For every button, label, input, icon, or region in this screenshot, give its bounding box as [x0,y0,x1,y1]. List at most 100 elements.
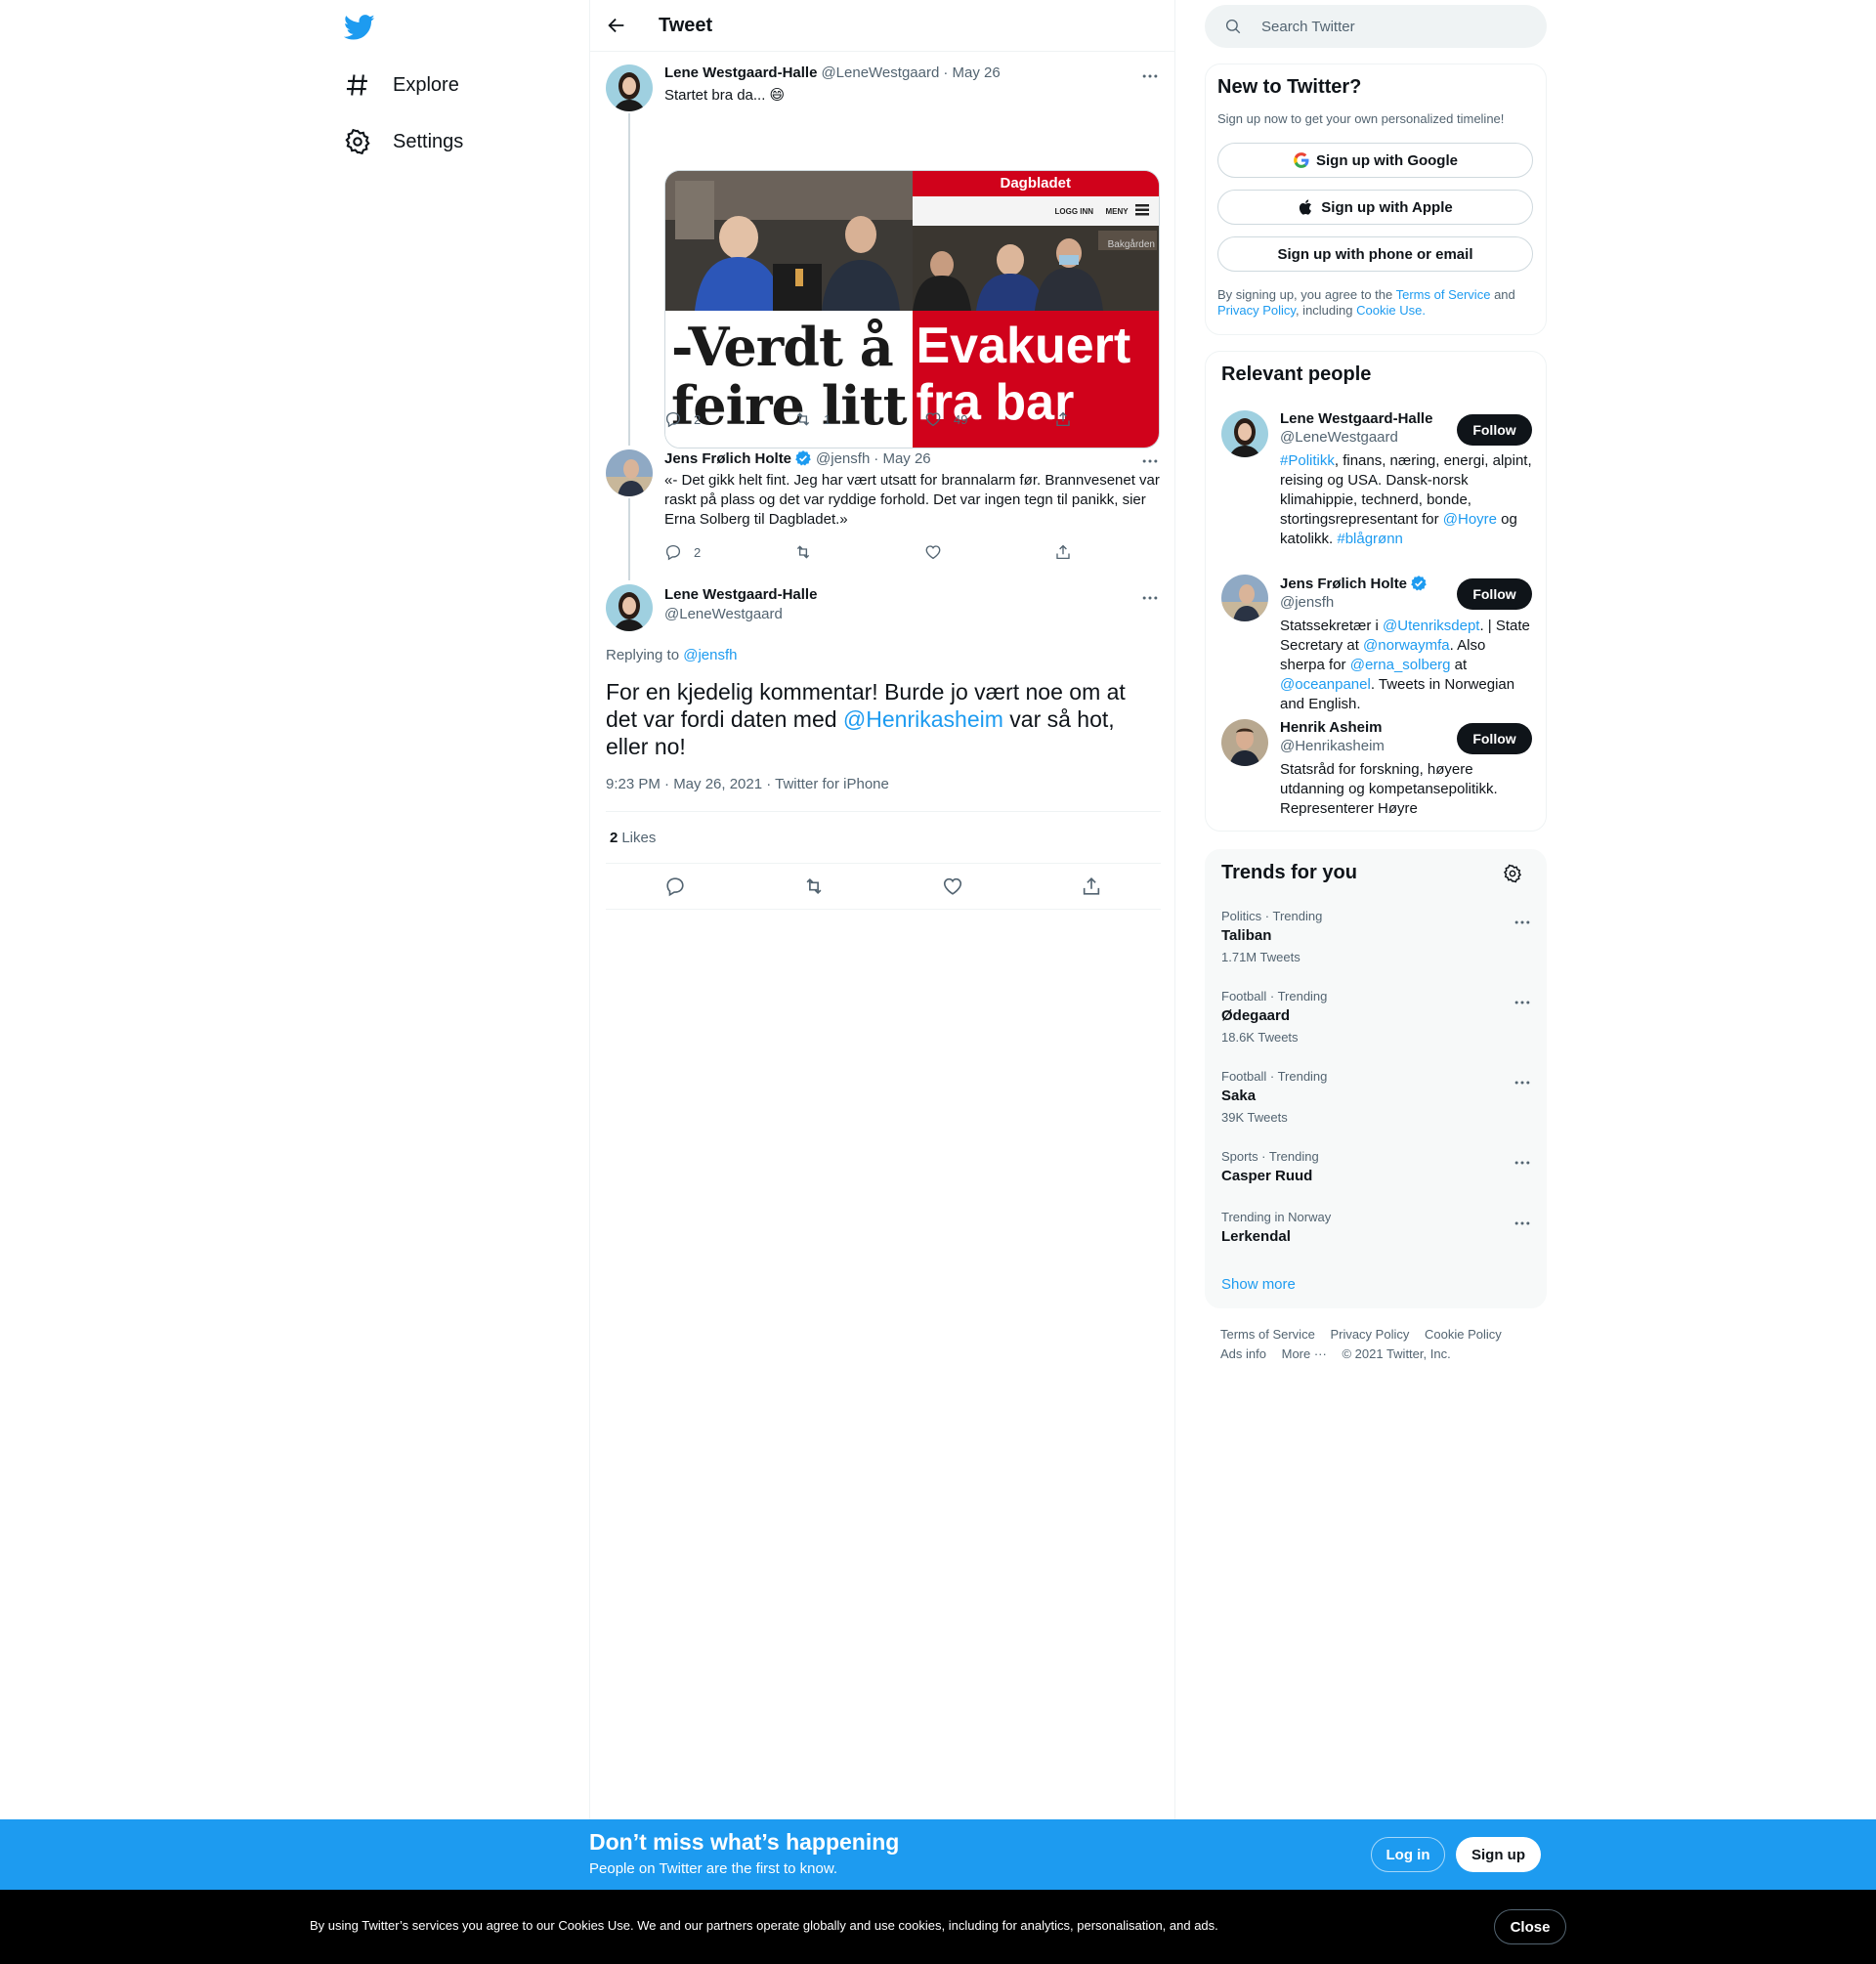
retweet-button[interactable]: 1 [794,410,924,428]
avatar[interactable] [1221,719,1268,766]
nav-explore[interactable]: Explore [344,61,459,109]
more-icon[interactable] [1513,993,1532,1012]
person-card[interactable]: Henrik Asheim @Henrikasheim Statsråd for… [1221,719,1532,827]
google-icon [1294,152,1309,168]
signup-apple-button[interactable]: Sign up with Apple [1217,190,1533,225]
legal-text-3: , including [1295,303,1353,318]
person-name[interactable]: Jens Frølich Holte [1280,576,1407,592]
headline-right-1: Evakuert [916,318,1131,374]
avatar[interactable] [1221,410,1268,457]
footer-tos-link[interactable]: Terms of Service [1220,1327,1315,1342]
trend-item[interactable]: Sports · Trending Casper Ruud [1221,1149,1532,1184]
trend-category: Trending in Norway [1221,1210,1332,1224]
trend-item[interactable]: Trending in Norway Lerkendal [1221,1210,1532,1245]
mention-link[interactable]: @Utenriksdept [1383,618,1479,634]
privacy-link[interactable]: Privacy Policy [1217,303,1296,318]
author-handle[interactable]: @LeneWestgaard [821,64,939,81]
trend-item[interactable]: Politics · Trending Taliban 1.71M Tweets [1221,909,1532,964]
share-button[interactable] [1054,410,1084,428]
hashtag-link[interactable]: #blågrønn [1337,531,1403,547]
follow-button[interactable]: Follow [1457,578,1532,610]
follow-button[interactable]: Follow [1457,414,1532,446]
signup-google-label: Sign up with Google [1316,151,1458,169]
more-icon[interactable] [1140,66,1160,86]
person-bio: Statsråd for forskning, høyere utdanning… [1280,761,1498,817]
signup-google-button[interactable]: Sign up with Google [1217,143,1533,178]
signup-subtitle: Sign up now to get your own personalized… [1217,111,1505,126]
avatar[interactable] [606,64,653,111]
thread-tweet-2[interactable]: Jens Frølich Holte @jensfh · May 26 «- D… [590,444,1175,580]
retweet-button[interactable] [794,543,924,561]
more-icon[interactable] [1140,588,1160,608]
like-button[interactable]: 49 [924,410,1054,428]
more-icon[interactable] [1513,1153,1532,1173]
media-image-right: Dagbladet LOGG INN MENY Bakgården Evakue… [912,171,1159,448]
tweet-timestamp[interactable]: 9:23 PM · May 26, 2021 · Twitter for iPh… [606,776,889,792]
search-placeholder: Search Twitter [1261,18,1355,35]
footer-cookie-link[interactable]: Cookie Policy [1425,1327,1502,1342]
heart-icon[interactable] [942,875,963,897]
reply-icon[interactable] [664,875,686,897]
mention-link[interactable]: @oceanpanel [1280,676,1371,693]
reply-button[interactable]: 2 [664,543,794,561]
search-input[interactable]: Search Twitter [1205,5,1547,48]
avatar[interactable] [1221,575,1268,621]
author-name[interactable]: Lene Westgaard-Halle [664,586,817,603]
tos-link[interactable]: Terms of Service [1396,287,1491,302]
more-icon[interactable] [1513,913,1532,932]
mention-link[interactable]: @Hoyre [1443,511,1497,528]
trend-category: Sports · Trending [1221,1149,1319,1164]
footer-more-link[interactable]: More ··· [1282,1346,1327,1361]
back-arrow-icon[interactable] [606,15,627,36]
author-handle[interactable]: @jensfh [816,450,870,467]
follow-button[interactable]: Follow [1457,723,1532,754]
signup-card: New to Twitter? Sign up now to get your … [1205,64,1547,335]
reply-button[interactable]: 2 [664,410,794,428]
footer-privacy-link[interactable]: Privacy Policy [1330,1327,1409,1342]
cookie-use-link[interactable]: Cookie Use. [1356,303,1426,318]
author-name[interactable]: Jens Frølich Holte [664,450,791,467]
mention-link[interactable]: @erna_solberg [1350,657,1451,673]
signup-apple-label: Sign up with Apple [1321,198,1453,216]
signup-button[interactable]: Sign up [1456,1837,1541,1872]
gear-icon[interactable] [1503,864,1522,883]
tweet-date[interactable]: · May 26 [943,64,1000,81]
more-icon[interactable] [1513,1214,1532,1233]
tweet-media[interactable]: -Verdt å feire litt Dagbladet LOGG INN M… [664,170,1160,448]
person-card[interactable]: Lene Westgaard-Halle @LeneWestgaard #Pol… [1221,410,1532,557]
share-icon[interactable] [1081,875,1102,897]
login-button[interactable]: Log in [1371,1837,1445,1872]
mention-link[interactable]: @norwaymfa [1363,637,1450,654]
replying-prefix: Replying to [606,647,680,663]
tweet-date[interactable]: · May 26 [874,450,930,467]
signup-phone-button[interactable]: Sign up with phone or email [1217,236,1533,272]
trend-category: Football · Trending [1221,989,1328,1003]
hamburger-icon [1134,204,1149,216]
nav-settings[interactable]: Settings [344,117,463,166]
share-button[interactable] [1054,543,1084,561]
author-handle[interactable]: @LeneWestgaard [664,606,817,622]
author-block[interactable]: Lene Westgaard-Halle @LeneWestgaard [664,586,817,622]
trend-item[interactable]: Football · Trending Saka 39K Tweets [1221,1069,1532,1125]
thread-line [628,498,630,580]
twitter-logo-icon[interactable] [344,12,375,43]
like-button[interactable] [924,543,1054,561]
likes-row[interactable]: 2 Likes [606,811,1161,863]
person-card[interactable]: Jens Frølich Holte @jensfh Statssekretær… [1221,575,1532,712]
more-icon[interactable] [1513,1073,1532,1092]
nav-settings-label: Settings [393,130,464,152]
thread-tweet-1[interactable]: Lene Westgaard-Halle @LeneWestgaard · Ma… [590,53,1175,448]
author-name[interactable]: Lene Westgaard-Halle [664,64,817,81]
show-more-link[interactable]: Show more [1221,1276,1296,1293]
mention-link[interactable]: @Henrikasheim [843,706,1003,732]
hashtag-link[interactable]: #Politikk [1280,452,1335,469]
more-icon[interactable] [1140,451,1160,471]
close-button[interactable]: Close [1494,1909,1566,1944]
replying-to-link[interactable]: @jensfh [683,647,737,663]
signup-legal: By signing up, you agree to the Terms of… [1217,287,1530,319]
trend-item[interactable]: Football · Trending Ødegaard 18.6K Tweet… [1221,989,1532,1045]
footer-ads-link[interactable]: Ads info [1220,1346,1266,1361]
retweet-icon[interactable] [803,875,825,897]
avatar[interactable] [606,584,653,631]
avatar[interactable] [606,449,653,496]
